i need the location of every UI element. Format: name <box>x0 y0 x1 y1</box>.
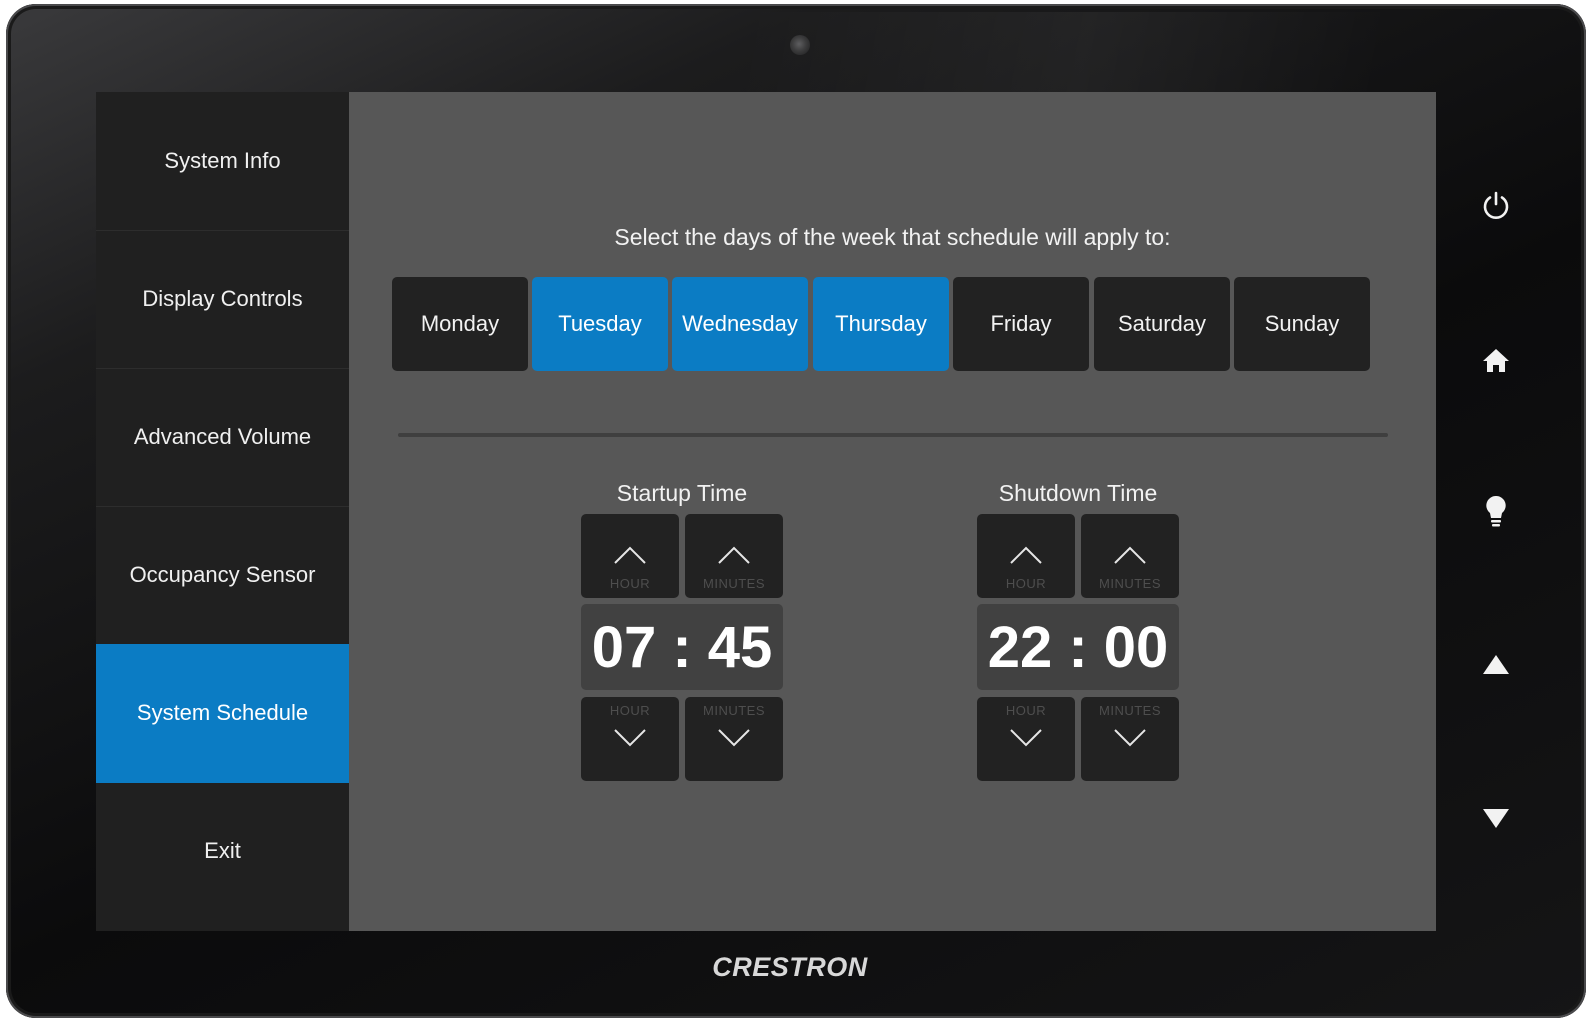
minutes-label: MINUTES <box>1099 576 1161 591</box>
sidebar-item-advanced-volume[interactable]: Advanced Volume <box>96 368 349 507</box>
sidebar-item-occupancy-sensor[interactable]: Occupancy Sensor <box>96 506 349 645</box>
volume-up-button[interactable] <box>1474 642 1518 686</box>
shutdown-minutes-down-button[interactable]: MINUTES <box>1081 697 1179 781</box>
startup-time-title: Startup Time <box>616 480 748 506</box>
sidebar-item-label: Exit <box>204 838 241 863</box>
day-button-wednesday[interactable]: Wednesday <box>672 277 808 371</box>
startup-minutes-down-button[interactable]: MINUTES <box>685 697 783 781</box>
triangle-up-icon <box>1483 655 1509 674</box>
startup-minutes-up-button[interactable]: MINUTES <box>685 514 783 598</box>
hour-label: HOUR <box>1005 703 1047 718</box>
day-button-thursday[interactable]: Thursday <box>813 277 949 371</box>
chevron-up-icon <box>614 546 646 564</box>
sidebar-item-label: Occupancy Sensor <box>129 562 316 587</box>
hour-label: HOUR <box>1005 576 1047 591</box>
startup-hour-up-button[interactable]: HOUR <box>581 514 679 598</box>
sidebar: System Info Display Controls Advanced Vo… <box>96 92 349 931</box>
lights-button[interactable] <box>1474 490 1518 534</box>
hour-label: HOUR <box>609 576 651 591</box>
chevron-down-icon <box>1114 729 1146 747</box>
chevron-up-icon <box>718 546 750 564</box>
power-icon <box>1483 191 1509 219</box>
sidebar-item-display-controls[interactable]: Display Controls <box>96 230 349 369</box>
touch-screen: System Info Display Controls Advanced Vo… <box>96 92 1436 931</box>
triangle-down-icon <box>1483 809 1509 828</box>
sidebar-item-label: System Info <box>164 148 281 173</box>
chevron-down-icon <box>614 729 646 747</box>
sidebar-item-label: Display Controls <box>142 286 303 311</box>
home-button[interactable] <box>1474 338 1518 382</box>
crestron-logo: CRESTRON <box>712 952 868 982</box>
day-button-tuesday[interactable]: Tuesday <box>532 277 668 371</box>
sidebar-item-system-schedule[interactable]: System Schedule <box>96 644 349 783</box>
lightbulb-icon <box>1486 495 1506 527</box>
chevron-down-icon <box>718 729 750 747</box>
shutdown-hour-up-button[interactable]: HOUR <box>977 514 1075 598</box>
minutes-label: MINUTES <box>703 576 765 591</box>
sidebar-item-label: System Schedule <box>136 700 309 725</box>
day-button-saturday[interactable]: Saturday <box>1094 277 1230 371</box>
divider <box>398 433 1388 437</box>
volume-down-button[interactable] <box>1474 797 1518 841</box>
shutdown-time-title: Shutdown Time <box>998 480 1158 506</box>
day-button-monday[interactable]: Monday <box>392 277 528 371</box>
chevron-up-icon <box>1114 546 1146 564</box>
chevron-up-icon <box>1010 546 1042 564</box>
sidebar-item-label: Advanced Volume <box>133 424 312 449</box>
shutdown-minutes-up-button[interactable]: MINUTES <box>1081 514 1179 598</box>
schedule-panel: Select the days of the week that schedul… <box>349 92 1436 931</box>
shutdown-time-display: 22 : 00 <box>977 604 1179 690</box>
home-icon <box>1483 349 1509 372</box>
sidebar-item-exit[interactable]: Exit <box>96 782 349 920</box>
startup-time-display: 07 : 45 <box>581 604 783 690</box>
day-button-sunday[interactable]: Sunday <box>1234 277 1370 371</box>
day-selection-prompt: Select the days of the week that schedul… <box>614 224 1171 250</box>
power-button[interactable] <box>1474 183 1518 227</box>
minutes-label: MINUTES <box>703 703 765 718</box>
shutdown-hour-down-button[interactable]: HOUR <box>977 697 1075 781</box>
day-button-friday[interactable]: Friday <box>953 277 1089 371</box>
chevron-down-icon <box>1010 729 1042 747</box>
startup-hour-down-button[interactable]: HOUR <box>581 697 679 781</box>
sidebar-item-system-info[interactable]: System Info <box>96 92 349 231</box>
camera-icon <box>790 35 810 55</box>
hour-label: HOUR <box>609 703 651 718</box>
minutes-label: MINUTES <box>1099 703 1161 718</box>
